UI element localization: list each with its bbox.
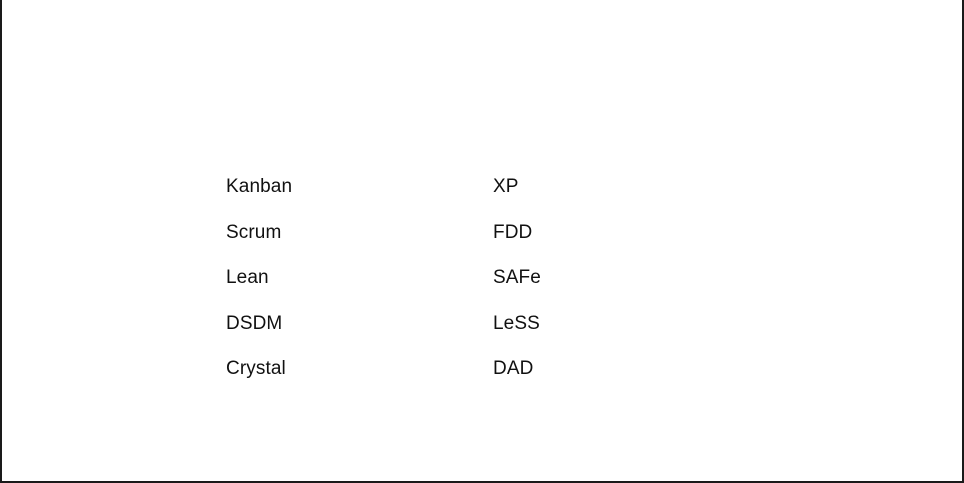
list-item-scrum: Scrum bbox=[226, 221, 282, 243]
list-item-lean: Lean bbox=[226, 267, 269, 288]
page-frame: Kanban Scrum Lean DSDM Crystal XP FDD SA… bbox=[0, 0, 964, 483]
list-item-less: LeSS bbox=[493, 312, 540, 334]
right-column: XP FDD SAFe LeSS DAD bbox=[493, 173, 760, 401]
list-item-dad: DAD bbox=[493, 358, 534, 379]
list-item-dsdm: DSDM bbox=[226, 312, 283, 334]
list-item-safe: SAFe bbox=[493, 267, 541, 288]
list-item-fdd: FDD bbox=[493, 221, 533, 243]
list-item-xp: XP bbox=[493, 176, 519, 197]
left-column: Kanban Scrum Lean DSDM Crystal bbox=[226, 173, 493, 401]
list-item-kanban: Kanban bbox=[226, 176, 293, 197]
methodology-columns: Kanban Scrum Lean DSDM Crystal XP FDD SA… bbox=[226, 173, 760, 401]
list-item-crystal: Crystal bbox=[226, 358, 286, 379]
